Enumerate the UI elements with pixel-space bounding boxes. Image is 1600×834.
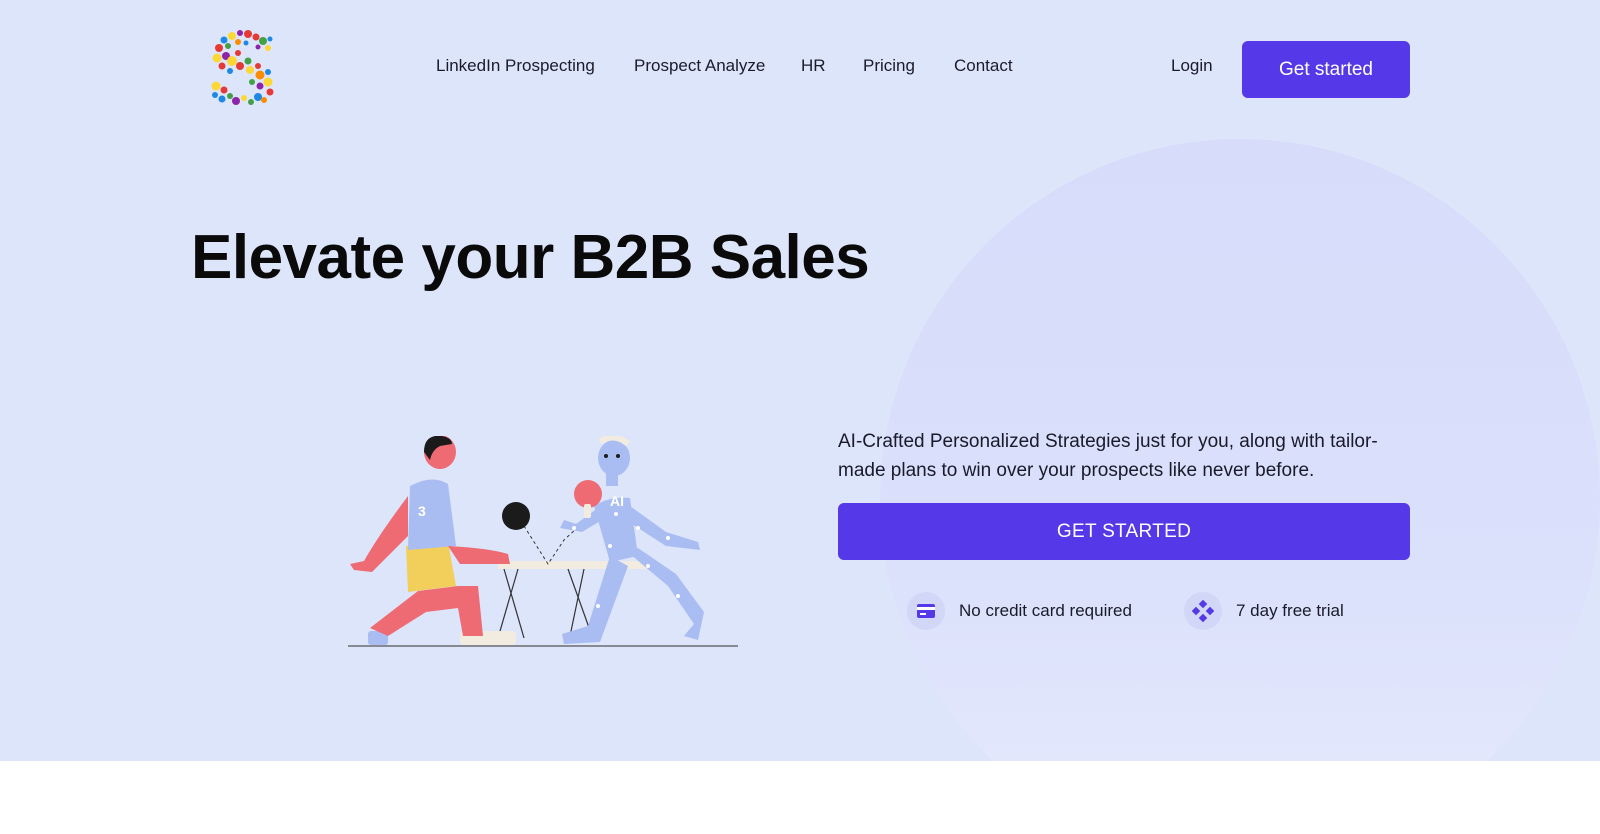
login-link[interactable]: Login — [1171, 56, 1213, 76]
nav-item-prospect-analyze[interactable]: Prospect Analyze — [634, 56, 765, 76]
nav-item-pricing[interactable]: Pricing — [863, 56, 915, 76]
feature-no-credit-card: No credit card required — [907, 592, 1132, 630]
nav-item-contact[interactable]: Contact — [954, 56, 1013, 76]
nav-item-hr[interactable]: HR — [801, 56, 826, 76]
hero-get-started-button[interactable]: GET STARTED — [838, 503, 1410, 560]
svg-text:3: 3 — [418, 503, 426, 519]
hero-section: LinkedIn Prospecting Prospect Analyze HR… — [0, 0, 1600, 761]
diamond-dots-icon — [1184, 592, 1222, 630]
page-title: Elevate your B2B Sales — [191, 223, 870, 292]
credit-card-icon — [907, 592, 945, 630]
feature-label: No credit card required — [959, 601, 1132, 620]
feature-free-trial: 7 day free trial — [1184, 592, 1344, 630]
hero-description: AI-Crafted Personalized Strategies just … — [838, 431, 1378, 481]
svg-text:AI: AI — [610, 493, 624, 509]
ping-pong-human-vs-ai-illustration: 3 AI — [348, 434, 738, 647]
logo[interactable] — [208, 28, 278, 106]
colorful-dotted-s-logo-icon — [211, 30, 274, 105]
ping-pong-illustration: 3 AI — [348, 434, 740, 652]
get-started-button[interactable]: Get started — [1242, 41, 1410, 98]
nav-item-linkedin-prospecting[interactable]: LinkedIn Prospecting — [436, 56, 595, 76]
feature-label: 7 day free trial — [1236, 601, 1344, 620]
